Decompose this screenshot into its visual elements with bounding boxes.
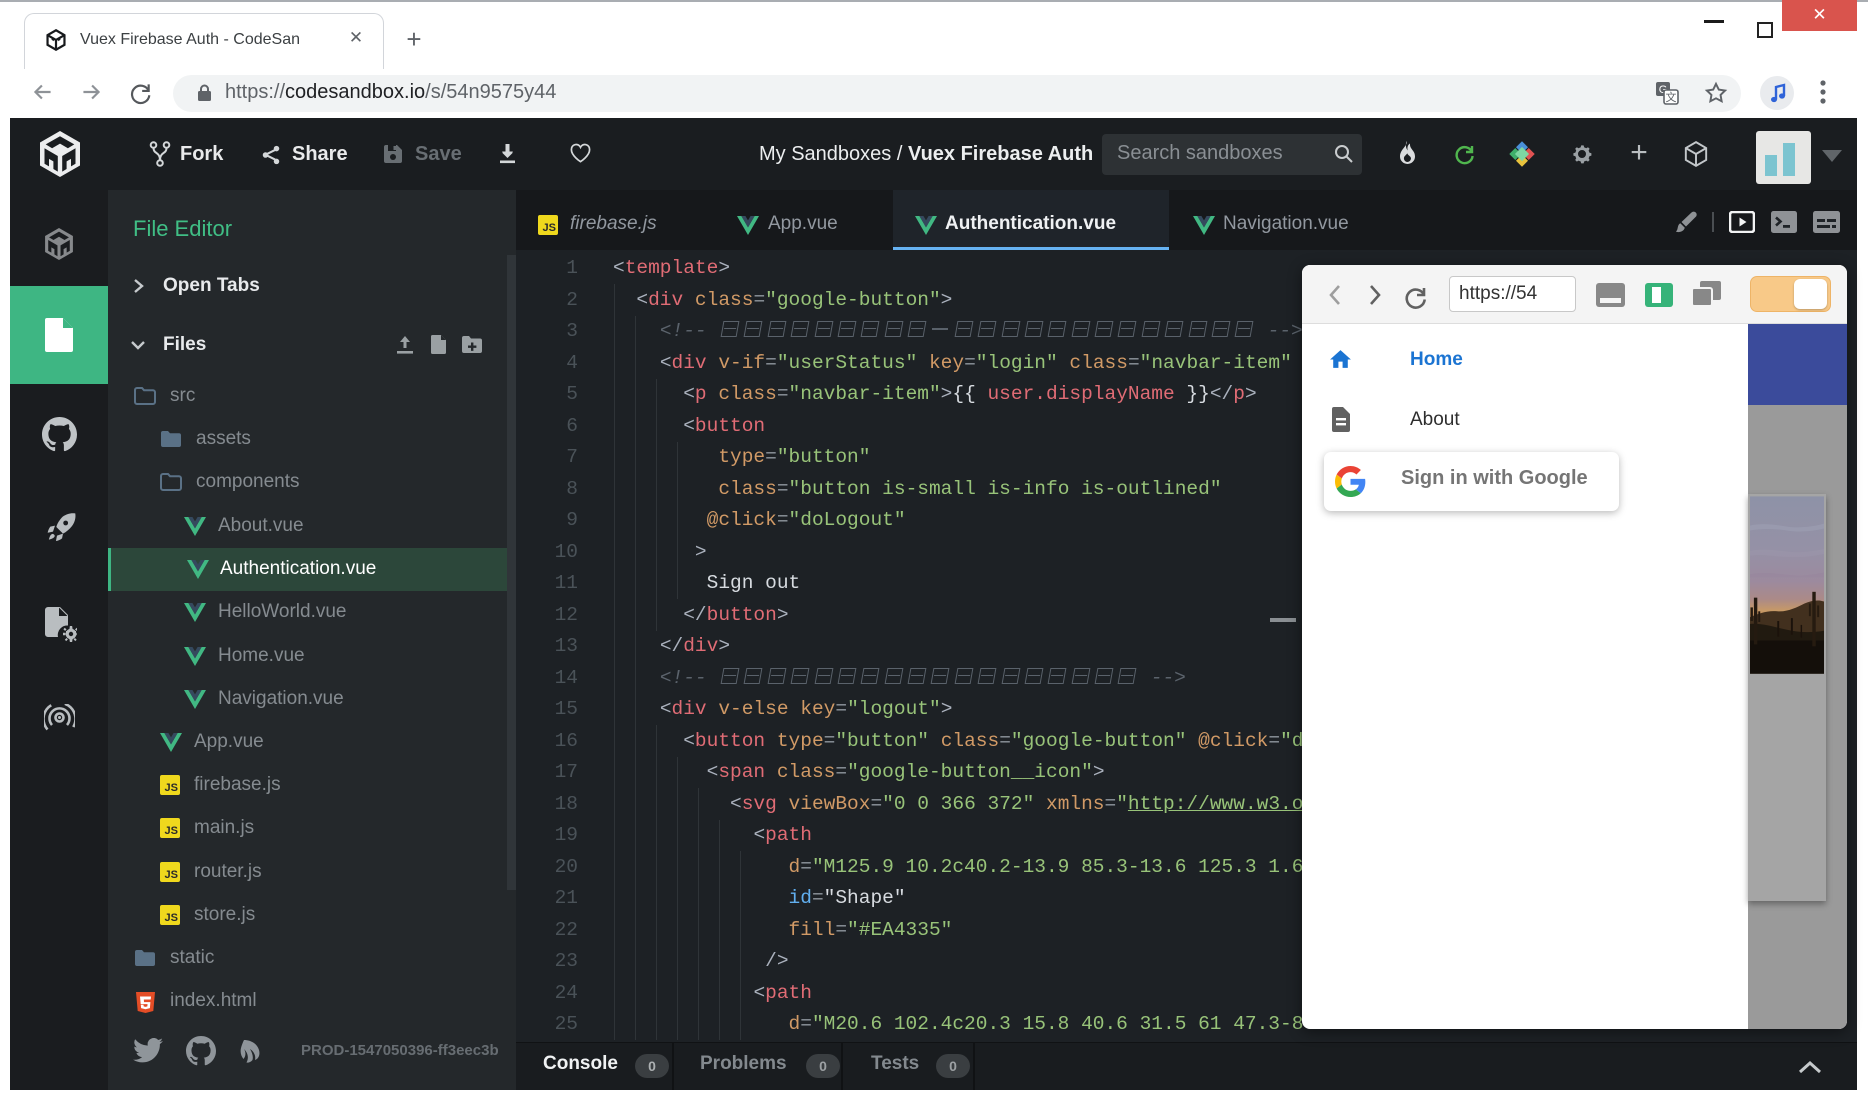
svg-text:文: 文 — [1666, 90, 1677, 104]
